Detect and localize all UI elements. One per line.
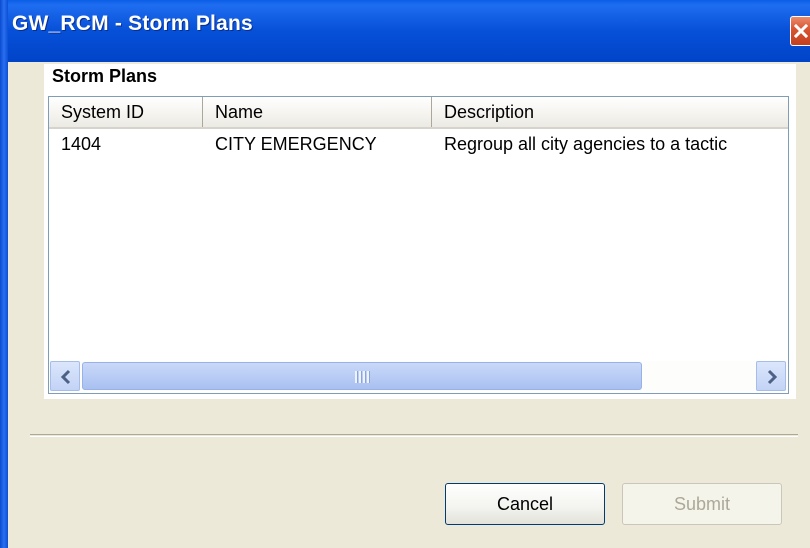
scroll-right-button[interactable] <box>756 361 786 391</box>
scroll-left-button[interactable] <box>50 361 80 391</box>
column-header-system-id[interactable]: System ID <box>49 97 203 127</box>
submit-button[interactable]: Submit <box>622 483 782 525</box>
separator-line <box>30 434 798 437</box>
cell-name: CITY EMERGENCY <box>215 134 377 154</box>
cancel-button[interactable]: Cancel <box>445 483 605 525</box>
window-left-border <box>0 0 8 548</box>
horizontal-scrollbar[interactable] <box>50 361 787 391</box>
dialog-body: Storm Plans System ID Name Description 1… <box>8 62 810 548</box>
column-header-description[interactable]: Description <box>432 97 788 127</box>
window-titlebar[interactable]: GW_RCM - Storm Plans <box>0 0 810 62</box>
close-icon <box>793 23 809 39</box>
group-title: Storm Plans <box>52 66 158 86</box>
list-header: System ID Name Description <box>49 97 788 129</box>
cell-system-id: 1404 <box>61 134 102 154</box>
scroll-left-arrow-icon <box>60 369 71 385</box>
window-title: GW_RCM - Storm Plans <box>12 12 253 35</box>
cell-description: Regroup all city agencies to a tactic <box>444 134 728 154</box>
scrollbar-grip <box>355 371 371 383</box>
scrollbar-thumb[interactable] <box>82 362 642 390</box>
scroll-right-arrow-icon <box>767 369 778 385</box>
close-button[interactable] <box>790 16 810 46</box>
column-header-name[interactable]: Name <box>203 97 432 127</box>
table-row[interactable]: 1404 CITY EMERGENCY Regroup all city age… <box>49 131 788 159</box>
storm-plans-list[interactable]: System ID Name Description 1404 CITY EME… <box>48 96 789 394</box>
